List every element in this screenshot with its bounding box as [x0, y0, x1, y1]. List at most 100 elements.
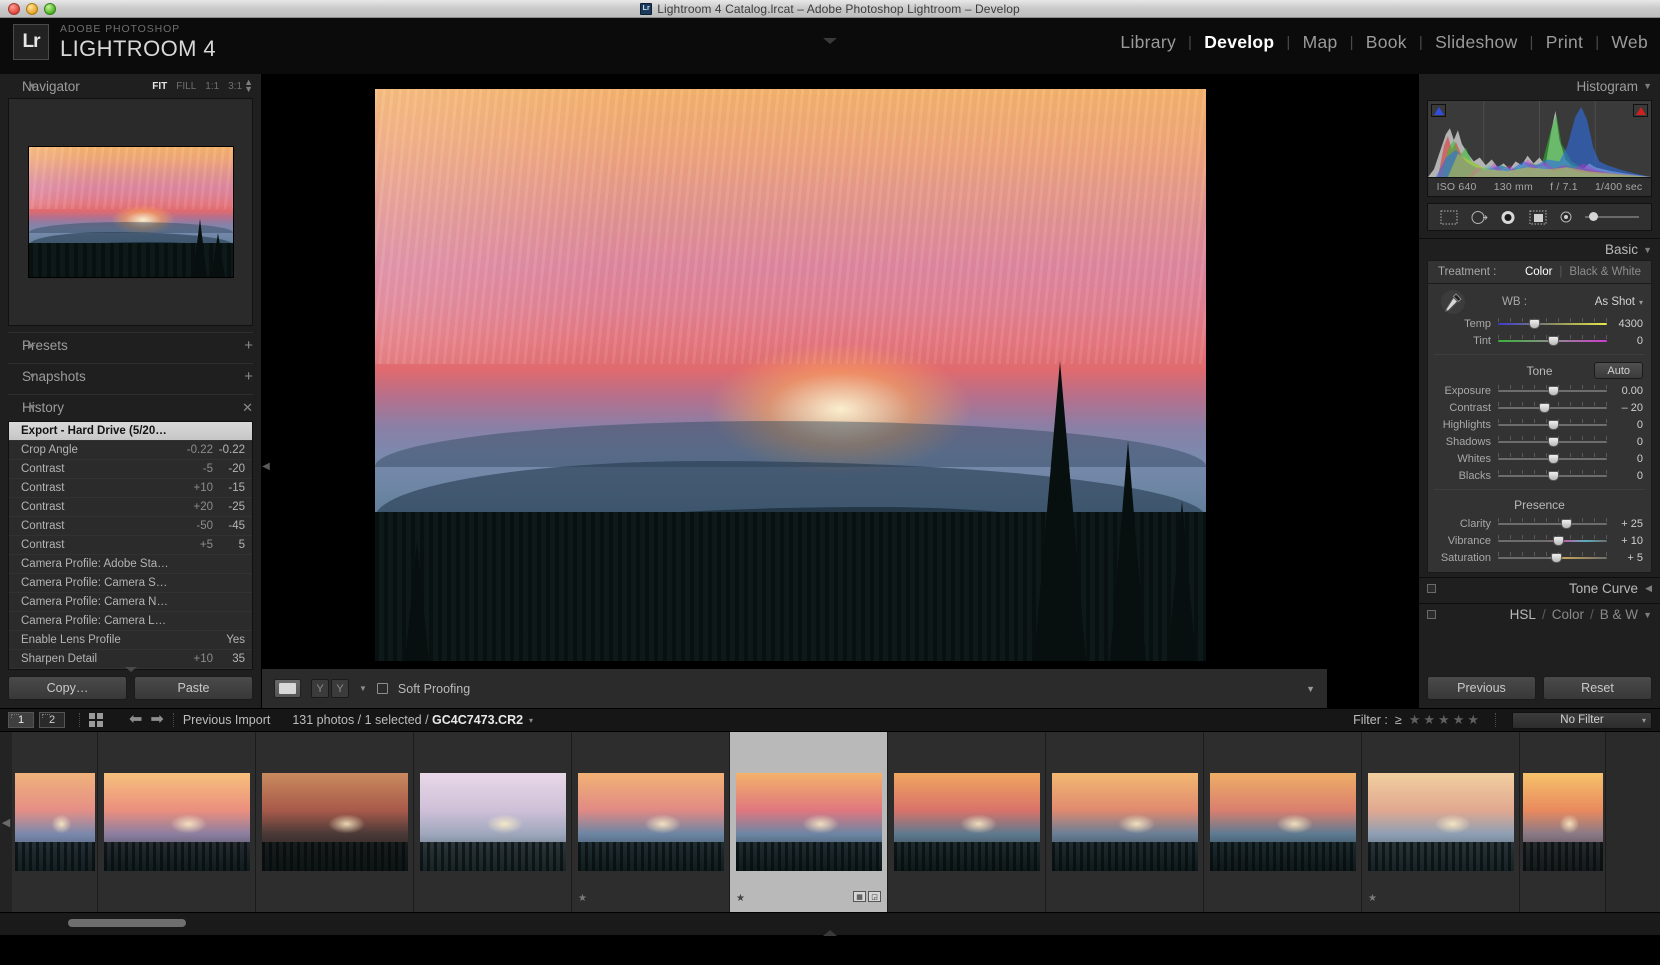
go-back-icon[interactable]: ⬅ [129, 712, 142, 728]
filmstrip-thumbnail-image[interactable] [578, 773, 724, 871]
slider-temp[interactable]: Temp4300 [1428, 315, 1651, 332]
highlight-clipping-indicator[interactable] [1633, 104, 1648, 117]
filmstrip-thumbnail-image[interactable] [894, 773, 1040, 871]
filmstrip-thumbnail-image[interactable] [104, 773, 250, 871]
history-item[interactable]: Contrast+55 [9, 536, 252, 555]
history-header[interactable]: ▼ History ✕ [0, 395, 261, 419]
after-view-icon[interactable]: Y [331, 679, 349, 698]
history-list[interactable]: Export - Hard Drive (5/20/12 11:47:5…Cro… [8, 421, 253, 670]
slider-value-temp[interactable]: 4300 [1607, 318, 1643, 330]
history-item[interactable]: Export - Hard Drive (5/20/12 11:47:5… [9, 422, 252, 441]
chevron-down-icon[interactable]: ▼ [1643, 81, 1652, 91]
filmstrip-thumbnail[interactable] [256, 732, 414, 912]
white-balance-sliders[interactable]: Temp4300Tint0 [1428, 315, 1651, 349]
navigator-zoom-1-1[interactable]: 1:1 [205, 81, 219, 92]
filename-chevron-down-icon[interactable]: ▾ [529, 716, 533, 725]
navigator-zoom-levels[interactable]: FITFILL1:13:1 [152, 81, 242, 92]
go-forward-icon[interactable]: ➡ [150, 712, 163, 728]
toolbar-options-chevron-down-icon[interactable]: ▼ [1306, 684, 1315, 694]
filmstrip-thumbnail[interactable] [1046, 732, 1204, 912]
spot-removal-icon[interactable] [1470, 210, 1488, 225]
slider-value-highlights[interactable]: 0 [1607, 419, 1643, 431]
filter-preset-dropdown[interactable]: No Filter ▾ [1512, 712, 1652, 729]
filmstrip-thumbnail[interactable] [1204, 732, 1362, 912]
slider-handle-clarity[interactable] [1561, 519, 1572, 529]
filmstrip-thumbnail[interactable]: ★▦◲ [730, 732, 888, 912]
filmstrip-thumbnail-image[interactable] [1368, 773, 1514, 871]
slider-handle-saturation[interactable] [1551, 553, 1562, 563]
module-map[interactable]: Map [1291, 32, 1350, 53]
slider-track-highlights[interactable] [1498, 419, 1607, 430]
filmstrip-thumbnail-image[interactable] [1052, 773, 1198, 871]
window-controls[interactable] [8, 3, 56, 15]
module-book[interactable]: Book [1354, 32, 1419, 53]
history-item[interactable]: Crop Angle-0.22-0.22 [9, 441, 252, 460]
filmstrip-thumbnail[interactable]: ★ [1362, 732, 1520, 912]
tab-color[interactable]: Color [1552, 607, 1584, 622]
filmstrip-thumbnail[interactable] [414, 732, 572, 912]
tone-curve-toggle-switch[interactable] [1427, 584, 1436, 593]
thumbnail-star-icon[interactable]: ★ [736, 893, 745, 904]
white-balance-preset-dropdown[interactable]: As Shot ▾ [1595, 296, 1643, 308]
history-item[interactable]: Camera Profile: Camera Standard [9, 574, 252, 593]
chevron-down-icon[interactable]: ▼ [1643, 610, 1652, 620]
slider-track-whites[interactable] [1498, 453, 1607, 464]
filter-star-2[interactable]: ★ [1423, 712, 1435, 728]
crop-badge-icon[interactable]: ▦ [853, 891, 866, 902]
filter-star-3[interactable]: ★ [1438, 712, 1450, 728]
hsl-color-bw-header[interactable]: HSL / Color / B & W ▼ [1419, 603, 1660, 625]
slider-value-whites[interactable]: 0 [1607, 453, 1643, 465]
source-label[interactable]: Previous Import [183, 713, 271, 727]
treatment-option-black-white[interactable]: Black & White [1569, 266, 1641, 278]
slider-handle-vibrance[interactable] [1553, 536, 1564, 546]
soft-proofing-checkbox[interactable] [377, 683, 388, 694]
main-photo[interactable] [375, 89, 1206, 661]
filmstrip-thumbnail[interactable] [98, 732, 256, 912]
chevron-right-icon[interactable]: ▶ [28, 340, 35, 351]
add-preset-icon[interactable]: + [244, 338, 253, 353]
slider-track-exposure[interactable] [1498, 385, 1607, 396]
tone-curve-header[interactable]: Tone Curve ◀ [1419, 577, 1660, 599]
slider-saturation[interactable]: Saturation+ 5 [1428, 549, 1651, 566]
history-item[interactable]: Contrast-50-45 [9, 517, 252, 536]
hsl-tabs[interactable]: HSL / Color / B & W [1510, 607, 1638, 622]
slider-track-saturation[interactable] [1498, 552, 1607, 563]
filmstrip-thumbnail-image[interactable] [262, 773, 408, 871]
second-screen-button[interactable]: 2 [39, 712, 65, 728]
histogram-graph[interactable] [1427, 100, 1652, 178]
navigator-zoom-fit[interactable]: FIT [152, 81, 167, 92]
develop-tool-strip[interactable] [1427, 203, 1652, 231]
module-web[interactable]: Web [1599, 32, 1660, 53]
history-item[interactable]: Enable Lens ProfileYes [9, 631, 252, 650]
hide-left-panel-arrow[interactable]: ◀ [262, 452, 270, 480]
copy-settings-button[interactable]: Copy… [8, 676, 127, 700]
treatment-option-color[interactable]: Color [1525, 266, 1552, 278]
navigator-preview[interactable] [8, 98, 253, 326]
slider-exposure[interactable]: Exposure0.00 [1428, 382, 1651, 399]
left-panel-collapse-arrow[interactable] [125, 667, 137, 672]
slider-handle-shadows[interactable] [1548, 437, 1559, 447]
slider-value-contrast[interactable]: – 20 [1607, 402, 1643, 414]
slider-highlights[interactable]: Highlights0 [1428, 416, 1651, 433]
filmstrip-scroll-thumb[interactable] [68, 919, 186, 927]
filter-star-rating[interactable]: ★★★★★ [1409, 712, 1479, 728]
slider-blacks[interactable]: Blacks0 [1428, 467, 1651, 484]
navigator-zoom-stepper-icon[interactable]: ▲▼ [244, 79, 253, 93]
navigator-zoom-fill[interactable]: FILL [176, 81, 196, 92]
loupe-view-icon[interactable] [274, 679, 301, 698]
module-library[interactable]: Library [1108, 32, 1188, 53]
add-snapshot-icon[interactable]: + [244, 369, 253, 384]
clear-history-icon[interactable]: ✕ [242, 401, 253, 414]
filmstrip-thumbnail-image[interactable] [1523, 773, 1603, 871]
slider-whites[interactable]: Whites0 [1428, 450, 1651, 467]
chevron-left-icon[interactable]: ◀ [1645, 583, 1652, 594]
shadow-clipping-indicator[interactable] [1431, 104, 1446, 117]
filter-star-5[interactable]: ★ [1467, 712, 1479, 728]
minimize-window-button[interactable] [26, 3, 38, 15]
slider-clarity[interactable]: Clarity+ 25 [1428, 515, 1651, 532]
thumbnail-star-icon[interactable]: ★ [578, 893, 587, 904]
slider-handle-exposure[interactable] [1548, 386, 1559, 396]
filmstrip-track[interactable]: ★★▦◲★ [12, 732, 1660, 912]
snapshots-header[interactable]: ▼ Snapshots + [0, 364, 261, 388]
slider-handle-temp[interactable] [1529, 319, 1540, 329]
